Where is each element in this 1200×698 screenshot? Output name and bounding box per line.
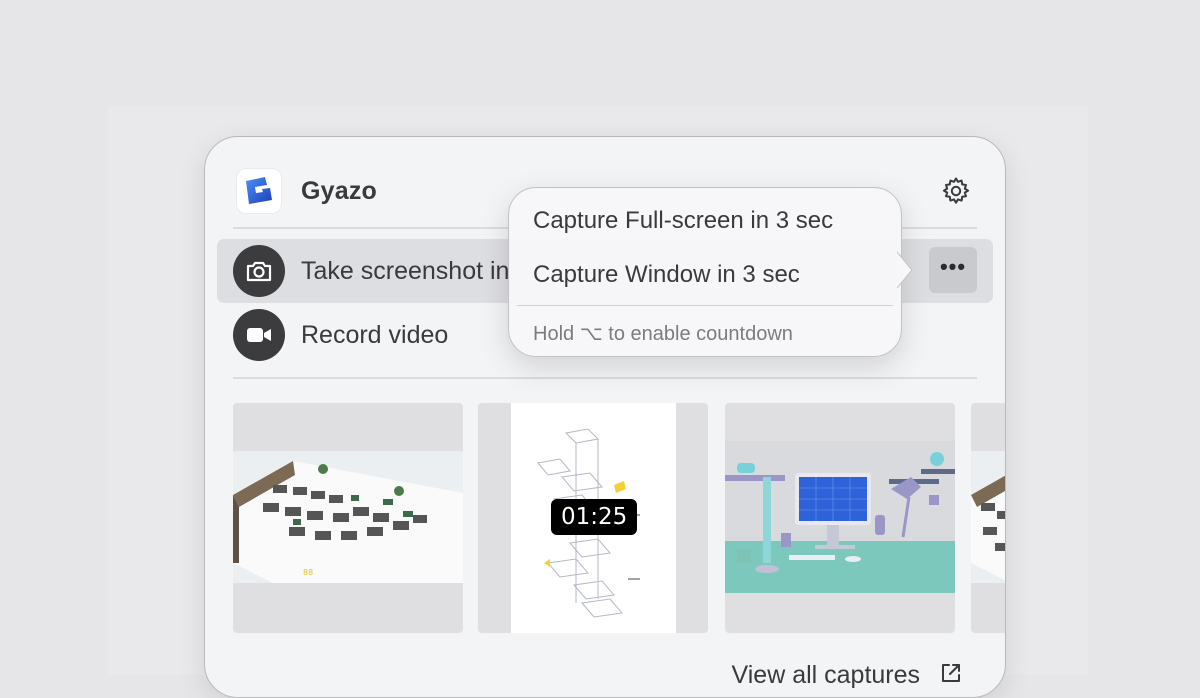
- countdown-hint: Hold ⌥ to enable countdown: [533, 323, 793, 345]
- popover-arrow: [897, 251, 913, 289]
- capture-thumbnail[interactable]: 88: [233, 403, 463, 633]
- view-all-captures-link[interactable]: View all captures: [732, 661, 963, 692]
- record-video-label: Record video: [301, 321, 449, 349]
- recent-captures: 88 01:25: [233, 403, 1005, 635]
- video-camera-icon: [233, 309, 285, 361]
- actions-divider: [233, 377, 977, 379]
- capture-options-menu: Capture Full-screen in 3 sec Capture Win…: [508, 187, 913, 357]
- take-screenshot-label: Take screenshot in: [301, 257, 510, 285]
- thumbnail-caption: 88: [303, 568, 313, 577]
- capture-thumbnail[interactable]: [971, 403, 1005, 633]
- more-options-button[interactable]: •••: [929, 247, 977, 293]
- menu-item-capture-fullscreen[interactable]: Capture Full-screen in 3 sec: [533, 207, 833, 235]
- menu-separator: [517, 305, 893, 306]
- app-title: Gyazo: [301, 177, 378, 205]
- external-link-icon: [939, 661, 963, 692]
- capture-thumbnail-video[interactable]: 01:25: [478, 403, 708, 633]
- menu-item-capture-window[interactable]: Capture Window in 3 sec: [533, 261, 800, 289]
- gyazo-logo-icon: [237, 169, 281, 213]
- view-all-captures-label: View all captures: [731, 661, 921, 690]
- gear-icon[interactable]: [940, 175, 972, 207]
- video-duration-badge: 01:25: [551, 499, 638, 535]
- capture-thumbnail[interactable]: [725, 403, 955, 633]
- camera-icon: [233, 245, 285, 297]
